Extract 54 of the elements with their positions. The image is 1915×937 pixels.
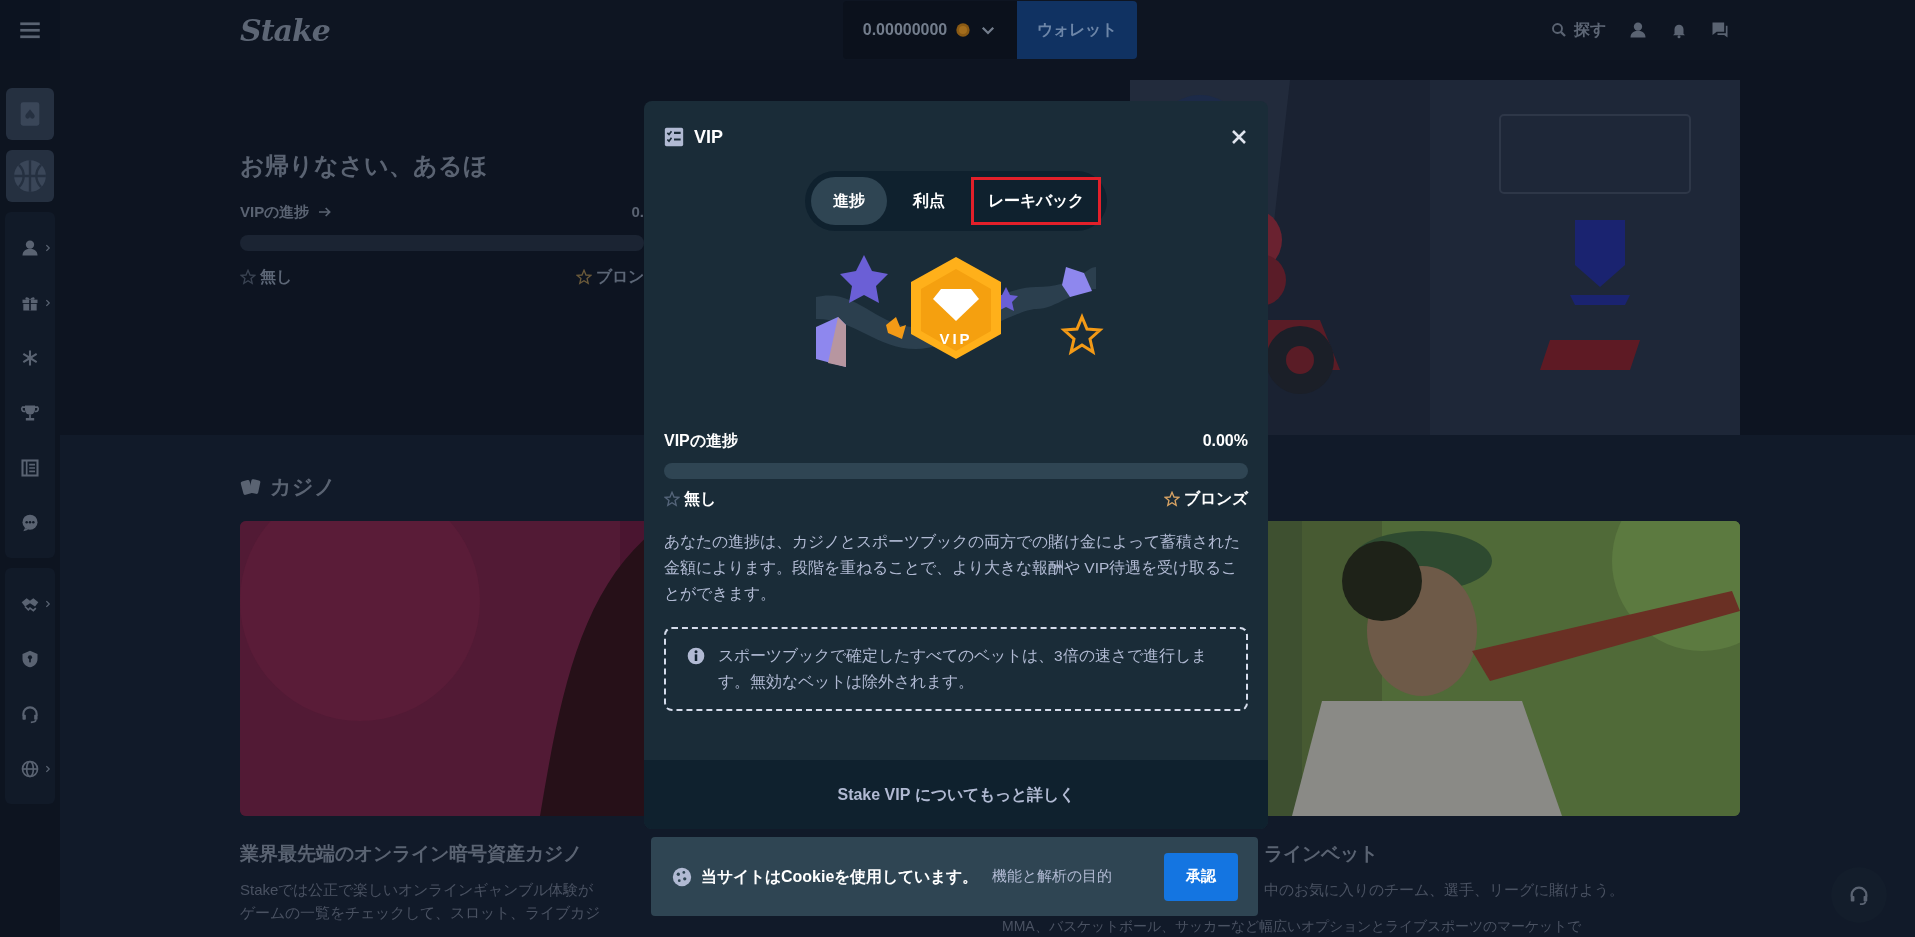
balance-selector[interactable]: 0.00000000 <box>842 1 1018 59</box>
welcome-title: お帰りなさい、あるほ <box>240 152 489 181</box>
info-icon <box>686 646 706 666</box>
cookie-detail: 機能と解析の目的 <box>992 866 1113 887</box>
learn-more-link[interactable]: Stake VIP についてもっと詳しく <box>837 782 1075 807</box>
close-icon <box>1230 128 1248 146</box>
card-title: ラインベット <box>1263 841 1379 866</box>
ball-icon <box>11 157 49 195</box>
notice-text: スポーツブックで確定したすべてのベットは、3倍の速さで進行します。無効なベットは除外されます。 <box>718 646 1208 692</box>
tier-label: ブロンズ <box>1184 489 1248 509</box>
accept-button[interactable]: 承認 <box>1164 852 1238 901</box>
wallet-button[interactable]: ウォレット <box>1017 1 1138 59</box>
checklist-icon <box>664 127 684 147</box>
description: あなたの進捗は、カジノとスポーツブックの両方での賭け金によって蓄積された金額によります。段階を重ねることで、より大きな報酬や VIP待遇を受け取ることができます。 <box>664 532 1241 604</box>
balance-amount: 0.00000000 <box>862 20 948 40</box>
news-icon[interactable] <box>20 457 40 478</box>
search-button[interactable]: 探す <box>1550 18 1606 42</box>
casino-thumbnail[interactable] <box>6 88 54 140</box>
card-title: 業界最先端のオンライン暗号資産カジノ <box>240 841 583 866</box>
chevron-icon[interactable] <box>43 297 53 308</box>
vip-progress-link[interactable]: VIPの進捗 <box>240 200 334 224</box>
star-icon <box>240 269 256 286</box>
star-icon <box>664 491 680 507</box>
section-heading: カジノ <box>270 474 336 500</box>
badge-label: VIP <box>939 330 973 347</box>
coin-icon <box>955 22 972 38</box>
globe-icon[interactable] <box>20 758 40 779</box>
modal-title: VIP <box>694 125 723 149</box>
tier-label: 無し <box>684 489 716 509</box>
tier-label: 無し <box>260 267 292 288</box>
progress-label: VIPの進捗 <box>664 431 738 451</box>
chevron-icon[interactable] <box>43 242 53 253</box>
tier-label: ブロン <box>596 267 644 288</box>
tab[interactable]: レーキバック <box>971 177 1101 225</box>
tab[interactable]: 利点 <box>891 177 967 225</box>
sports-thumbnail[interactable] <box>6 150 54 202</box>
cookie-icon <box>671 865 693 888</box>
chat-icon[interactable] <box>20 512 40 533</box>
search-icon <box>1550 21 1568 39</box>
logo[interactable]: Stake <box>240 12 330 48</box>
chat-icon[interactable] <box>1710 20 1730 40</box>
user-icon[interactable] <box>1628 20 1648 40</box>
star-icon <box>576 269 592 286</box>
chevron-icon[interactable] <box>43 598 53 609</box>
chevron-icon[interactable] <box>43 763 53 774</box>
cookie-message: 当サイトはCookieを使用しています。 <box>701 866 979 887</box>
tab[interactable]: 進捗 <box>811 177 887 225</box>
shield-icon[interactable] <box>20 648 40 669</box>
progress-value: 0. <box>631 201 644 222</box>
progress-value: 0.00% <box>1202 431 1248 451</box>
star-icon <box>1164 491 1180 507</box>
headset-icon <box>1848 884 1870 906</box>
close-button[interactable] <box>1230 128 1248 146</box>
headset-icon[interactable] <box>20 703 40 724</box>
